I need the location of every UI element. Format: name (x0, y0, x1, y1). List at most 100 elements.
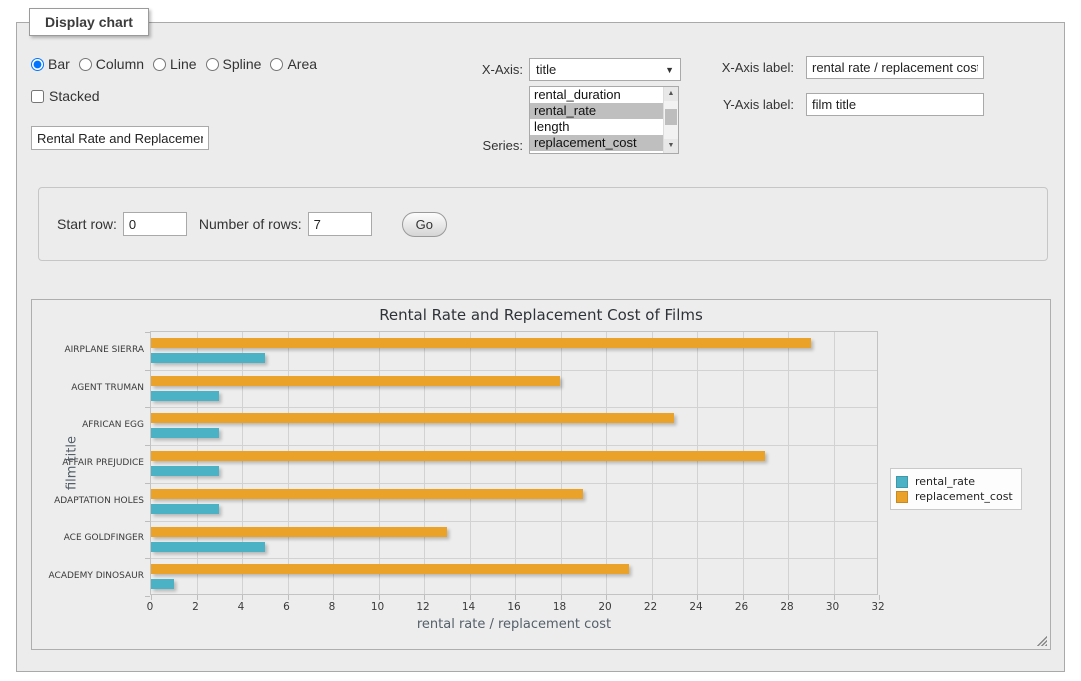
series-option-replacement_cost[interactable]: replacement_cost (530, 135, 663, 151)
x-tick-label: 6 (267, 601, 307, 613)
chart-type-radio-spline[interactable] (206, 58, 219, 71)
fieldset-legend: Display chart (29, 8, 149, 36)
y-category-label: AGENT TRUMAN (36, 383, 144, 393)
x-tick-mark (515, 595, 516, 600)
y-tick-mark (145, 407, 150, 408)
series-option-rental_rate[interactable]: rental_rate (530, 103, 663, 119)
gridline (379, 332, 380, 594)
bar-replacement_cost-ace-goldfinger (151, 527, 447, 537)
bar-replacement_cost-adaptation-holes (151, 489, 583, 499)
bar-rental_rate-affair-prejudice (151, 466, 219, 476)
x-tick-label: 10 (358, 601, 398, 613)
gridline (424, 332, 425, 594)
bar-rental_rate-african-egg (151, 428, 219, 438)
legend-item-replacement_cost: replacement_cost (896, 490, 1013, 503)
x-axis-select[interactable]: title ▼ (529, 58, 681, 81)
series-listbox[interactable]: rental_durationrental_ratelengthreplacem… (529, 86, 679, 154)
gridline (834, 332, 835, 594)
x-tick-label: 0 (130, 601, 170, 613)
chart-type-radio-area[interactable] (270, 58, 283, 71)
bar-replacement_cost-academy-dinosaur (151, 564, 629, 574)
number-of-rows-label: Number of rows: (199, 216, 302, 232)
x-axis-label-input[interactable] (806, 56, 984, 79)
y-category-label: AFRICAN EGG (36, 420, 144, 430)
gridline (288, 332, 289, 594)
stacked-checkbox[interactable] (31, 90, 44, 103)
chart-legend: rental_ratereplacement_cost (890, 468, 1022, 510)
gridline (151, 483, 877, 484)
gridline (470, 332, 471, 594)
start-row-input[interactable] (123, 212, 187, 236)
x-tick-mark (879, 595, 880, 600)
scroll-up-icon[interactable]: ▲ (664, 87, 678, 101)
y-category-label: AIRPLANE SIERRA (36, 345, 144, 355)
gridline (697, 332, 698, 594)
bar-replacement_cost-affair-prejudice (151, 451, 765, 461)
chart-type-radio-label: Column (96, 56, 144, 72)
x-axis-select-label: X-Axis: (443, 62, 523, 77)
x-tick-label: 20 (585, 601, 625, 613)
number-of-rows-input[interactable] (308, 212, 372, 236)
y-category-label: ACADEMY DINOSAUR (36, 571, 144, 581)
x-tick-label: 16 (494, 601, 534, 613)
gridline (151, 521, 877, 522)
y-tick-mark (145, 558, 150, 559)
x-tick-label: 24 (676, 601, 716, 613)
scrollbar-thumb[interactable] (665, 109, 677, 125)
x-tick-label: 14 (449, 601, 489, 613)
x-tick-mark (470, 595, 471, 600)
x-tick-label: 2 (176, 601, 216, 613)
bar-replacement_cost-african-egg (151, 413, 674, 423)
gridline (151, 407, 877, 408)
x-tick-mark (424, 595, 425, 600)
go-button[interactable]: Go (402, 212, 447, 237)
x-tick-label: 32 (858, 601, 898, 613)
listbox-scrollbar[interactable]: ▲ ▼ (663, 87, 678, 153)
x-tick-mark (288, 595, 289, 600)
chart-type-option-spline[interactable]: Spline (206, 56, 262, 72)
y-tick-mark (145, 596, 150, 597)
y-axis-label-input[interactable] (806, 93, 984, 116)
x-tick-mark (834, 595, 835, 600)
bar-rental_rate-agent-truman (151, 391, 219, 401)
chart-type-option-bar[interactable]: Bar (31, 56, 70, 72)
x-tick-label: 18 (540, 601, 580, 613)
scroll-down-icon[interactable]: ▼ (664, 139, 678, 153)
gridline (151, 370, 877, 371)
scrollbar-track[interactable] (664, 101, 678, 139)
x-tick-mark (242, 595, 243, 600)
display-chart-fieldset: Display chart BarColumnLineSplineArea St… (16, 22, 1065, 672)
chart-type-radio-label: Spline (223, 56, 262, 72)
bar-rental_rate-airplane-sierra (151, 353, 265, 363)
chart-title-input[interactable] (31, 126, 209, 150)
chart-type-radio-bar[interactable] (31, 58, 44, 71)
gridline (652, 332, 653, 594)
bar-rental_rate-ace-goldfinger (151, 542, 265, 552)
chart-title: Rental Rate and Replacement Cost of Film… (32, 306, 1050, 324)
plot-area (150, 331, 878, 595)
legend-swatch-replacement_cost (896, 491, 908, 503)
bar-replacement_cost-airplane-sierra (151, 338, 811, 348)
bar-replacement_cost-agent-truman (151, 376, 560, 386)
y-tick-mark (145, 445, 150, 446)
row-controls-panel: Start row: Number of rows: Go (38, 187, 1048, 261)
gridline (333, 332, 334, 594)
series-option-rental_duration[interactable]: rental_duration (530, 87, 663, 103)
resize-handle-icon[interactable] (1035, 634, 1047, 646)
y-tick-mark (145, 483, 150, 484)
x-tick-label: 26 (722, 601, 762, 613)
chart-type-radio-column[interactable] (79, 58, 92, 71)
legend-swatch-rental_rate (896, 476, 908, 488)
gridline (788, 332, 789, 594)
gridline (151, 558, 877, 559)
x-tick-mark (788, 595, 789, 600)
y-category-label: ACE GOLDFINGER (36, 533, 144, 543)
chart-type-option-column[interactable]: Column (79, 56, 144, 72)
stacked-option[interactable]: Stacked (31, 88, 100, 104)
gridline (197, 332, 198, 594)
series-option-length[interactable]: length (530, 119, 663, 135)
chart-type-option-line[interactable]: Line (153, 56, 196, 72)
chart-type-option-area[interactable]: Area (270, 56, 317, 72)
chart-type-radio-line[interactable] (153, 58, 166, 71)
gridline (743, 332, 744, 594)
